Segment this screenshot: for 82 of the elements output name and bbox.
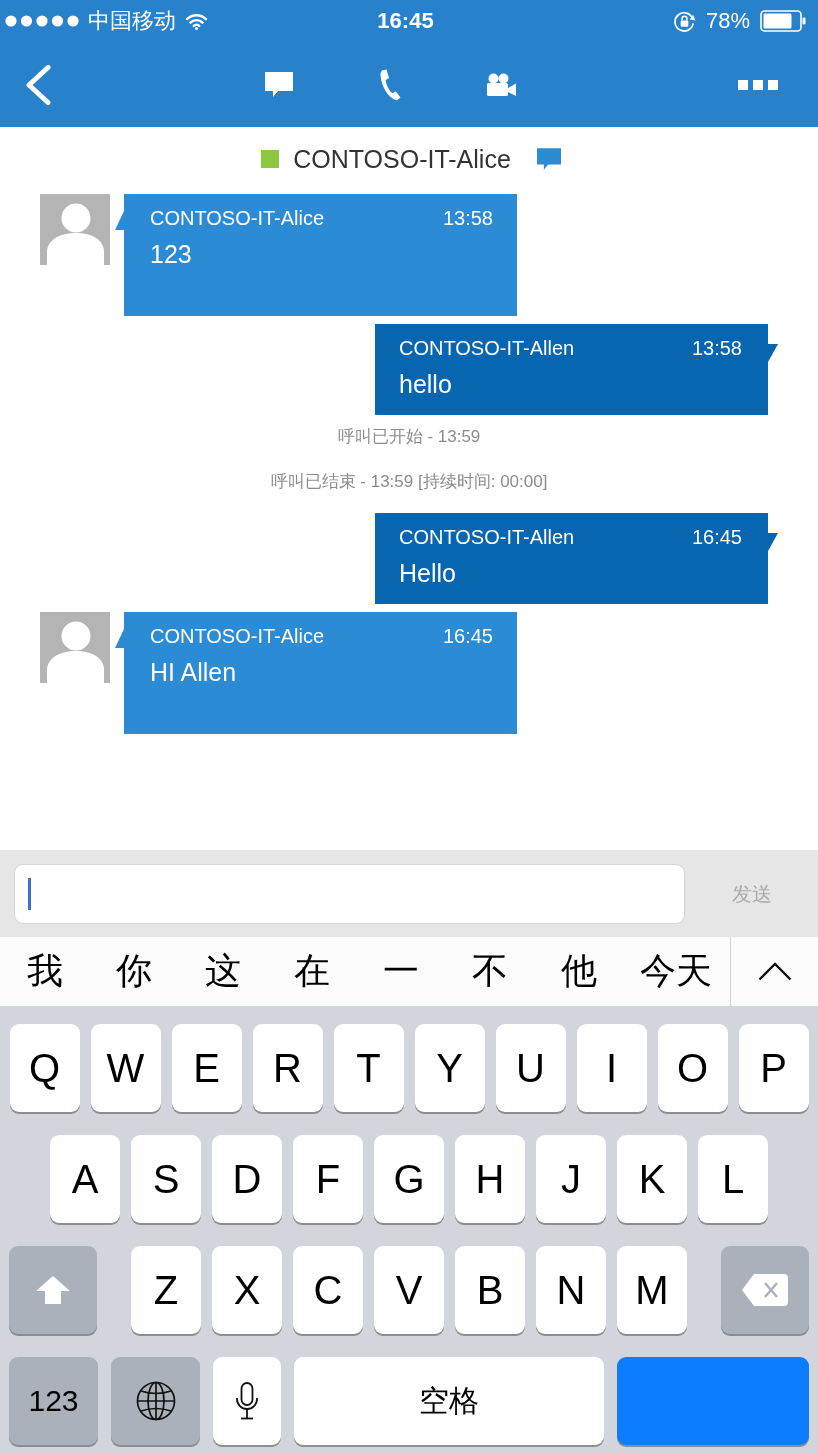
- back-button[interactable]: [25, 64, 51, 105]
- message-time: 16:45: [691, 525, 742, 549]
- letter-key[interactable]: M: [617, 1246, 687, 1334]
- message-text: Hello: [399, 558, 457, 588]
- candidate-word[interactable]: 在: [267, 937, 356, 1006]
- sender-name: CONTOSO-IT-Alice: [150, 206, 325, 230]
- message-time: 13:58: [442, 206, 493, 230]
- letter-key[interactable]: F: [293, 1135, 363, 1223]
- letter-key[interactable]: W: [90, 1024, 161, 1112]
- globe-icon: [135, 1381, 176, 1421]
- letter-key[interactable]: E: [171, 1024, 242, 1112]
- letter-key[interactable]: L: [698, 1135, 768, 1223]
- letter-key[interactable]: G: [374, 1135, 444, 1223]
- phone-icon: [378, 68, 401, 101]
- video-camera-icon: [486, 72, 516, 97]
- contact-name: CONTOSO-IT-Alice: [293, 143, 511, 174]
- message-text: 123: [150, 239, 193, 269]
- sender-name: CONTOSO-IT-Alice: [150, 624, 325, 648]
- letter-key[interactable]: A: [50, 1135, 120, 1223]
- letter-key[interactable]: J: [536, 1135, 606, 1223]
- sender-name: CONTOSO-IT-Allen: [399, 336, 575, 360]
- video-call-button[interactable]: [486, 72, 516, 97]
- letter-key[interactable]: X: [212, 1246, 282, 1334]
- more-button[interactable]: [738, 79, 778, 90]
- candidate-word[interactable]: 我: [0, 937, 89, 1006]
- chat-bubble-icon: [265, 72, 293, 97]
- chat-button[interactable]: [265, 72, 293, 97]
- letter-key[interactable]: Z: [131, 1246, 201, 1334]
- battery-percent: 78%: [705, 8, 750, 34]
- microphone-key[interactable]: [213, 1357, 281, 1445]
- letter-key[interactable]: N: [536, 1246, 606, 1334]
- letter-key[interactable]: V: [374, 1246, 444, 1334]
- candidate-word[interactable]: 不: [445, 937, 534, 1006]
- avatar-icon: [40, 612, 110, 683]
- message-text: hello: [399, 369, 453, 399]
- globe-key[interactable]: [111, 1357, 200, 1445]
- more-icon: [738, 79, 778, 90]
- letter-key[interactable]: K: [617, 1135, 687, 1223]
- letter-key[interactable]: C: [293, 1246, 363, 1334]
- candidate-word[interactable]: 今天: [623, 937, 729, 1006]
- letter-key[interactable]: B: [455, 1246, 525, 1334]
- carrier-name: 中国移动: [88, 8, 176, 34]
- letter-key[interactable]: H: [455, 1135, 525, 1223]
- candidate-word[interactable]: 你: [89, 937, 178, 1006]
- space-key[interactable]: 空格: [294, 1357, 604, 1445]
- chevron-up-icon: [757, 962, 792, 981]
- letter-key[interactable]: O: [657, 1024, 728, 1112]
- message-text: HI Allen: [150, 657, 238, 687]
- letter-key[interactable]: D: [212, 1135, 282, 1223]
- letter-key[interactable]: I: [576, 1024, 647, 1112]
- microphone-icon: [235, 1382, 259, 1420]
- rotation-lock-icon: [672, 9, 696, 33]
- message-time: 16:45: [442, 624, 493, 648]
- candidate-word[interactable]: 这: [178, 937, 267, 1006]
- letter-key[interactable]: R: [252, 1024, 323, 1112]
- letter-key[interactable]: U: [495, 1024, 566, 1112]
- letter-key[interactable]: P: [738, 1024, 809, 1112]
- call-event-text: 呼叫已开始 - 13:59: [337, 426, 481, 448]
- letter-key[interactable]: S: [131, 1135, 201, 1223]
- shift-arrow-icon: [35, 1275, 71, 1305]
- battery-icon: [760, 10, 806, 32]
- chat-bubble-icon: [536, 146, 561, 171]
- avatar-icon: [40, 194, 110, 265]
- candidate-word[interactable]: 一: [356, 937, 445, 1006]
- sender-name: CONTOSO-IT-Allen: [399, 525, 575, 549]
- shift-key[interactable]: [9, 1246, 97, 1334]
- wifi-icon: [185, 12, 208, 30]
- letter-key[interactable]: T: [333, 1024, 404, 1112]
- message-input-field[interactable]: [14, 863, 685, 924]
- candidate-word[interactable]: 他: [534, 937, 623, 1006]
- message-time: 13:58: [691, 336, 742, 360]
- call-button[interactable]: [378, 68, 401, 101]
- numbers-key[interactable]: 123: [9, 1357, 98, 1445]
- status-time: 16:45: [377, 8, 434, 34]
- backspace-key[interactable]: [721, 1246, 809, 1334]
- call-event-text: 呼叫已结束 - 13:59 [持续时间: 00:00]: [270, 471, 548, 493]
- letter-key[interactable]: Y: [414, 1024, 485, 1112]
- backspace-icon: [742, 1274, 788, 1306]
- text-cursor-icon: [28, 877, 31, 910]
- letter-key[interactable]: Q: [9, 1024, 80, 1112]
- chevron-left-icon: [25, 64, 51, 105]
- signal-strength-icon: [5, 15, 79, 27]
